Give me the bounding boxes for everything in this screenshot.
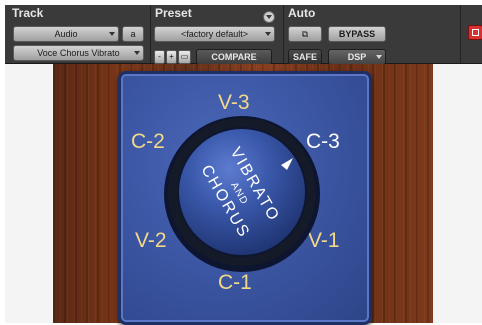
preset-next-button[interactable]: + <box>166 50 177 64</box>
track-letter-label: a <box>130 29 136 39</box>
knob-panel: V-3 C-3 V-1 C-1 V-2 C-2 VIBRATO AND CHOR… <box>118 71 372 325</box>
track-section-title: Track <box>12 6 44 20</box>
compare-button[interactable]: COMPARE <box>196 49 272 65</box>
track-type-label: Audio <box>54 29 78 39</box>
preset-librarian-icon[interactable]: ▭ <box>178 50 191 64</box>
section-divider <box>283 5 284 63</box>
auto-section-title: Auto <box>288 6 316 20</box>
left-margin <box>5 64 53 323</box>
preset-previous-button[interactable]: - <box>154 50 165 64</box>
preset-menu-chevron-icon[interactable] <box>263 11 275 23</box>
preset-selector[interactable]: <factory default> <box>154 26 275 42</box>
dropdown-arrow-icon <box>265 32 271 36</box>
bypass-button[interactable]: BYPASS <box>328 26 386 42</box>
right-margin <box>433 64 482 323</box>
safe-button[interactable]: SAFE <box>288 49 322 65</box>
dropdown-arrow-icon <box>134 51 140 55</box>
section-divider <box>460 5 461 63</box>
plugin-close-icon[interactable] <box>468 25 482 40</box>
dropdown-arrow-icon <box>109 32 115 36</box>
track-letter-button[interactable]: a <box>122 26 144 42</box>
plugin-insert-selector[interactable]: Voce Chorus Vibrato <box>13 45 144 61</box>
section-divider <box>150 5 151 63</box>
preset-section-title: Preset <box>155 6 192 20</box>
selector-knob[interactable]: VIBRATO AND CHORUS <box>121 74 369 322</box>
dropdown-arrow-icon <box>376 55 382 59</box>
plugin-name-label: Voce Chorus Vibrato <box>37 48 120 58</box>
preset-current-label: <factory default> <box>180 29 249 39</box>
track-type-selector[interactable]: Audio <box>13 26 119 42</box>
plugin-header: Track Preset Auto Audio a Voce Chorus Vi… <box>5 5 482 65</box>
automation-window-icon[interactable]: ⧉ <box>288 26 322 42</box>
dsp-selector[interactable]: DSP <box>328 49 386 65</box>
